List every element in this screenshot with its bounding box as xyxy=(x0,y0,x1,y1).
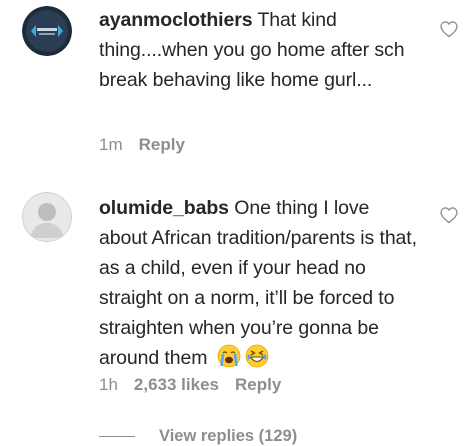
brand-logo-avatar-icon xyxy=(22,6,72,56)
reply-button[interactable]: Reply xyxy=(139,135,185,155)
comment-meta: 1m Reply xyxy=(99,135,185,155)
heart-outline-icon xyxy=(440,207,458,224)
view-replies-label: View replies (129) xyxy=(159,427,298,445)
grinning-squinting-face-emoji-icon xyxy=(245,344,269,368)
comment-username[interactable]: olumide_babs xyxy=(99,197,229,219)
comment-text: ayanmoclothiers That kind thing....when … xyxy=(99,5,421,95)
view-replies-button[interactable]: View replies (129) xyxy=(99,427,297,446)
avatar[interactable] xyxy=(22,192,72,242)
comment-timestamp[interactable]: 1h xyxy=(99,375,118,395)
comment-meta: 1h 2,633 likes Reply xyxy=(99,375,281,395)
likes-count[interactable]: 2,633 likes xyxy=(134,375,219,395)
avatar[interactable] xyxy=(22,6,72,56)
heart-outline-icon xyxy=(440,21,458,38)
loudly-crying-face-emoji-icon xyxy=(217,344,241,368)
reply-button[interactable]: Reply xyxy=(235,375,281,395)
profile-photo-avatar-icon xyxy=(22,192,72,242)
comment-timestamp[interactable]: 1m xyxy=(99,135,123,155)
comment-text: olumide_babs One thing I love about Afri… xyxy=(99,193,421,373)
divider-line xyxy=(99,436,135,437)
like-button[interactable] xyxy=(439,19,459,39)
like-button[interactable] xyxy=(439,205,459,225)
comment-username[interactable]: ayanmoclothiers xyxy=(99,9,253,31)
